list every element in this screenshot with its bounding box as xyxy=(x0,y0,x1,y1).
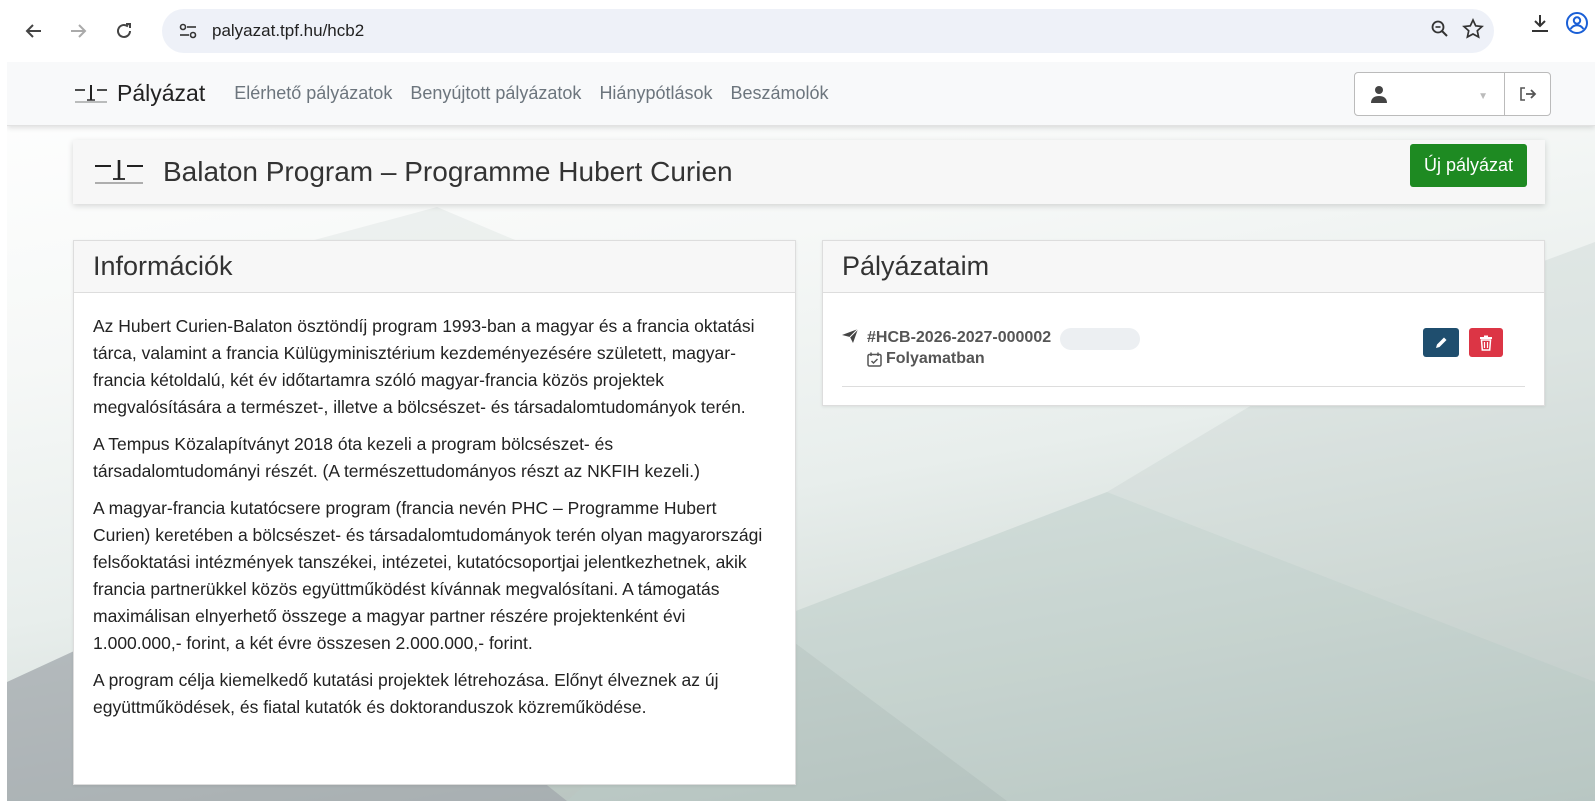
new-application-button[interactable]: Új pályázat xyxy=(1409,144,1527,187)
forward-icon[interactable] xyxy=(58,11,98,51)
address-bar[interactable]: palyazat.tpf.hu/hcb2 xyxy=(162,9,1494,53)
pencil-icon xyxy=(1436,337,1447,348)
user-icon xyxy=(1371,86,1387,103)
info-paragraph: A Tempus Közalapítványt 2018 óta kezeli … xyxy=(93,434,700,481)
applications-card-title: Pályázataim xyxy=(823,241,1544,293)
brand-title[interactable]: Pályázat xyxy=(117,80,205,107)
redacted-text xyxy=(1060,328,1140,350)
info-card: Információk Az Hubert Curien-Balaton ösz… xyxy=(73,240,796,785)
site-settings-icon[interactable] xyxy=(166,9,210,53)
info-card-title: Információk xyxy=(74,241,795,293)
logout-button[interactable] xyxy=(1505,73,1550,115)
status-label: Folyamatban xyxy=(886,350,985,367)
trash-icon xyxy=(1480,335,1492,351)
paper-plane-icon xyxy=(842,329,858,343)
my-applications-card: Pályázataim #HCB-2026-2027-000002 Folyam… xyxy=(822,240,1545,406)
info-paragraph: Az Hubert Curien-Balaton ösztöndíj progr… xyxy=(93,316,755,417)
delete-application-button[interactable] xyxy=(1469,328,1503,357)
tempus-logo-icon xyxy=(75,84,107,102)
info-paragraph: A program célja kiemelkedő kutatási proj… xyxy=(93,670,719,717)
nav-submitted-applications[interactable]: Benyújtott pályázatok xyxy=(401,83,590,104)
brand[interactable]: Pályázat xyxy=(73,80,205,107)
nav-deficiencies[interactable]: Hiánypótlások xyxy=(590,83,721,104)
tempus-logo-icon xyxy=(95,160,143,184)
page-content: Pályázat Elérhető pályázatok Benyújtott … xyxy=(7,62,1595,801)
logout-icon xyxy=(1519,87,1536,101)
main-nav: Elérhető pályázatok Benyújtott pályázato… xyxy=(225,83,837,104)
profile-icon[interactable] xyxy=(1565,11,1589,40)
edit-application-button[interactable] xyxy=(1423,328,1459,357)
url-text[interactable]: palyazat.tpf.hu/hcb2 xyxy=(212,21,364,41)
top-navbar: Pályázat Elérhető pályázatok Benyújtott … xyxy=(7,62,1595,126)
info-card-body: Az Hubert Curien-Balaton ösztöndíj progr… xyxy=(74,293,795,721)
download-icon[interactable] xyxy=(1529,12,1551,39)
program-title: Balaton Program – Programme Hubert Curie… xyxy=(163,156,733,187)
program-title-card: Balaton Program – Programme Hubert Curie… xyxy=(73,140,1545,204)
browser-toolbar: palyazat.tpf.hu/hcb2 xyxy=(0,0,1595,62)
chevron-down-icon: ▼ xyxy=(1478,91,1488,102)
user-dropdown[interactable]: ▼ xyxy=(1355,73,1505,115)
application-status: Folyamatban xyxy=(867,350,985,368)
back-icon[interactable] xyxy=(14,11,54,51)
application-id[interactable]: #HCB-2026-2027-000002 xyxy=(867,329,1051,347)
bookmark-star-icon[interactable] xyxy=(1462,17,1484,45)
zoom-icon[interactable] xyxy=(1430,19,1450,44)
reload-icon[interactable] xyxy=(104,11,144,51)
calendar-check-icon xyxy=(867,352,882,367)
application-row: #HCB-2026-2027-000002 Folyamatban xyxy=(842,293,1525,387)
info-paragraph: A magyar-francia kutatócsere program (fr… xyxy=(93,498,763,653)
user-menu-group: ▼ xyxy=(1354,72,1551,116)
nav-reports[interactable]: Beszámolók xyxy=(722,83,838,104)
nav-available-applications[interactable]: Elérhető pályázatok xyxy=(225,83,401,104)
